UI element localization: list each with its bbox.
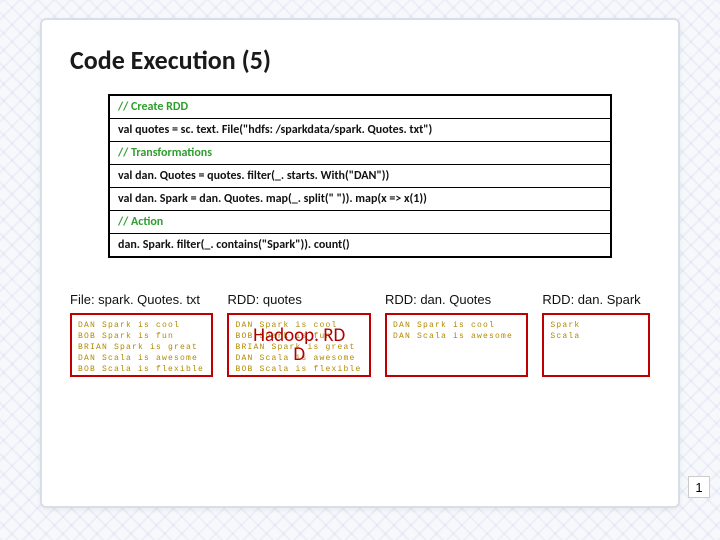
page-number: 1 (688, 476, 710, 498)
rdd-label: RDD: quotes (227, 292, 370, 307)
rdd-label: RDD: dan. Quotes (385, 292, 528, 307)
code-line: dan. Spark. filter(_. contains("Spark"))… (110, 234, 610, 256)
rdd-label: RDD: dan. Spark (542, 292, 650, 307)
rdd-box: DAN Spark is cool DAN Scala is awesome (385, 313, 528, 377)
code-comment: // Transformations (110, 142, 610, 165)
slide-title: Code Execution (5) (70, 44, 650, 76)
rdd-col-danspark: RDD: dan. Spark Spark Scala (542, 292, 650, 377)
rdd-box: Spark Scala (542, 313, 650, 377)
rdd-box: DAN Spark is cool BOB Spark is fun BRIAN… (227, 313, 370, 377)
rdd-col-file: File: spark. Quotes. txt DAN Spark is co… (70, 292, 213, 377)
slide-panel: Code Execution (5) // Create RDD val quo… (40, 18, 680, 508)
code-line: val dan. Quotes = quotes. filter(_. star… (110, 165, 610, 188)
code-comment: // Action (110, 211, 610, 234)
rdd-lines: DAN Spark is cool BOB Spark is fun BRIAN… (235, 321, 361, 374)
rdd-col-danquotes: RDD: dan. Quotes DAN Spark is cool DAN S… (385, 292, 528, 377)
rdd-row: File: spark. Quotes. txt DAN Spark is co… (70, 292, 650, 377)
code-comment: // Create RDD (110, 96, 610, 119)
rdd-label: File: spark. Quotes. txt (70, 292, 213, 307)
code-line: val dan. Spark = dan. Quotes. map(_. spl… (110, 188, 610, 211)
code-line: val quotes = sc. text. File("hdfs: /spar… (110, 119, 610, 142)
code-block: // Create RDD val quotes = sc. text. Fil… (108, 94, 612, 258)
rdd-box: DAN Spark is cool BOB Spark is fun BRIAN… (70, 313, 213, 377)
rdd-col-quotes: RDD: quotes DAN Spark is cool BOB Spark … (227, 292, 370, 377)
